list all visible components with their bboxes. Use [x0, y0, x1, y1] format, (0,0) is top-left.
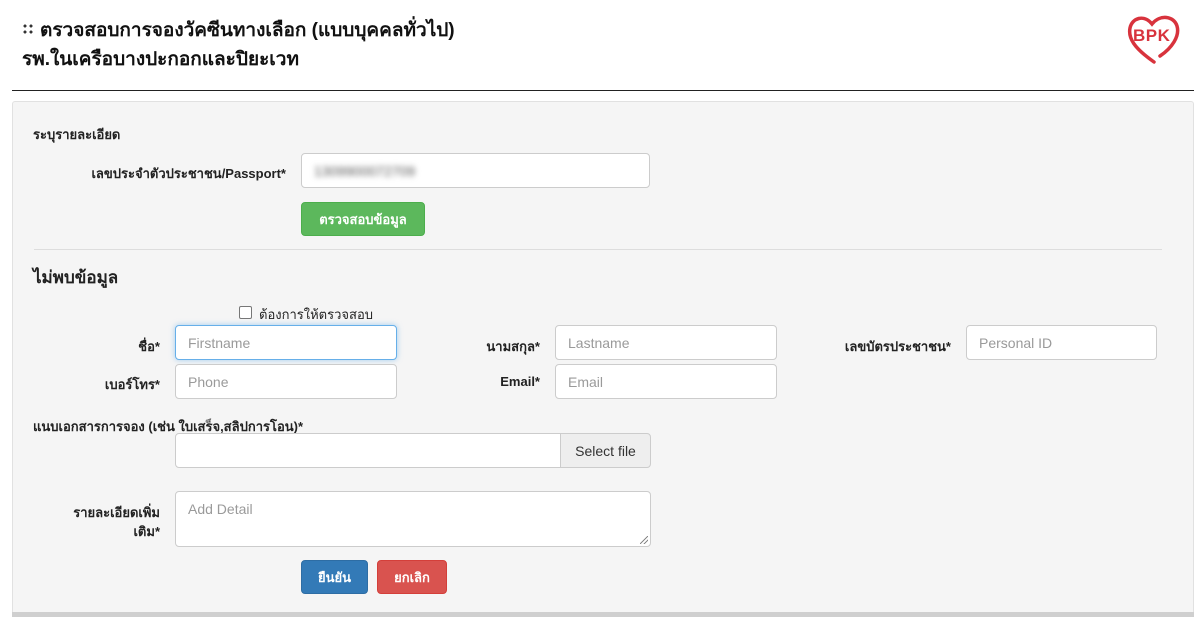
email-input[interactable]: Email	[555, 364, 777, 399]
logo-text: BPK	[1133, 26, 1171, 45]
page-title-text: ตรวจสอบการจองวัคซีนทางเลือก (แบบบุคคลทั่…	[40, 20, 455, 41]
request-check-checkbox[interactable]	[239, 306, 252, 319]
not-found-title: ไม่พบข้อมูล	[33, 268, 119, 287]
request-check-label: ต้องการให้ตรวจสอบ	[259, 307, 374, 322]
detail-label-line1: รายละเอียดเพิ่ม	[73, 505, 160, 520]
check-data-button[interactable]: ตรวจสอบข้อมูล	[301, 202, 425, 236]
section-label: ระบุรายละเอียด	[33, 127, 121, 142]
page-title: ตรวจสอบการจองวัคซีนทางเลือก (แบบบุคคลทั่…	[22, 17, 455, 44]
email-placeholder: Email	[568, 373, 604, 390]
drag-handle-icon	[22, 23, 34, 35]
page-header: ตรวจสอบการจองวัคซีนทางเลือก (แบบบุคคลทั่…	[0, 0, 1200, 92]
phone-input[interactable]: Phone	[175, 364, 397, 399]
panel-bottom-bar	[12, 612, 1194, 617]
lastname-label: นามสกุล*	[486, 339, 540, 354]
select-file-button[interactable]: Select file	[560, 433, 651, 468]
detail-label-line2: เติม*	[133, 524, 160, 539]
personal-id-input[interactable]: Personal ID	[966, 325, 1157, 360]
firstname-label: ชื่อ*	[138, 339, 160, 354]
header-divider	[12, 90, 1194, 91]
lastname-placeholder: Lastname	[568, 334, 630, 351]
firstname-input[interactable]: Firstname	[175, 325, 397, 360]
file-path-input[interactable]	[175, 433, 561, 468]
personal-id-label: เลขบัตรประชาชน*	[844, 339, 951, 354]
email-label: Email*	[500, 374, 540, 389]
page-subtitle: รพ.ในเครือบางปะกอกและปิยะเวท	[22, 49, 299, 70]
confirm-button[interactable]: ยืนยัน	[301, 560, 368, 594]
detail-placeholder: Add Detail	[188, 501, 253, 517]
section-divider	[34, 249, 1162, 250]
id-value: 1309900072709	[314, 162, 416, 179]
id-input[interactable]: 1309900072709	[301, 153, 650, 188]
personal-id-placeholder: Personal ID	[979, 334, 1053, 351]
phone-label: เบอร์โทร*	[104, 377, 160, 392]
phone-placeholder: Phone	[188, 373, 229, 390]
firstname-placeholder: Firstname	[188, 334, 251, 351]
resize-handle-icon[interactable]	[640, 536, 648, 544]
id-label: เลขประจำตัวประชาชน/Passport*	[91, 166, 286, 181]
detail-textarea[interactable]: Add Detail	[175, 491, 651, 547]
lastname-input[interactable]: Lastname	[555, 325, 777, 360]
cancel-button[interactable]: ยกเลิก	[377, 560, 447, 594]
